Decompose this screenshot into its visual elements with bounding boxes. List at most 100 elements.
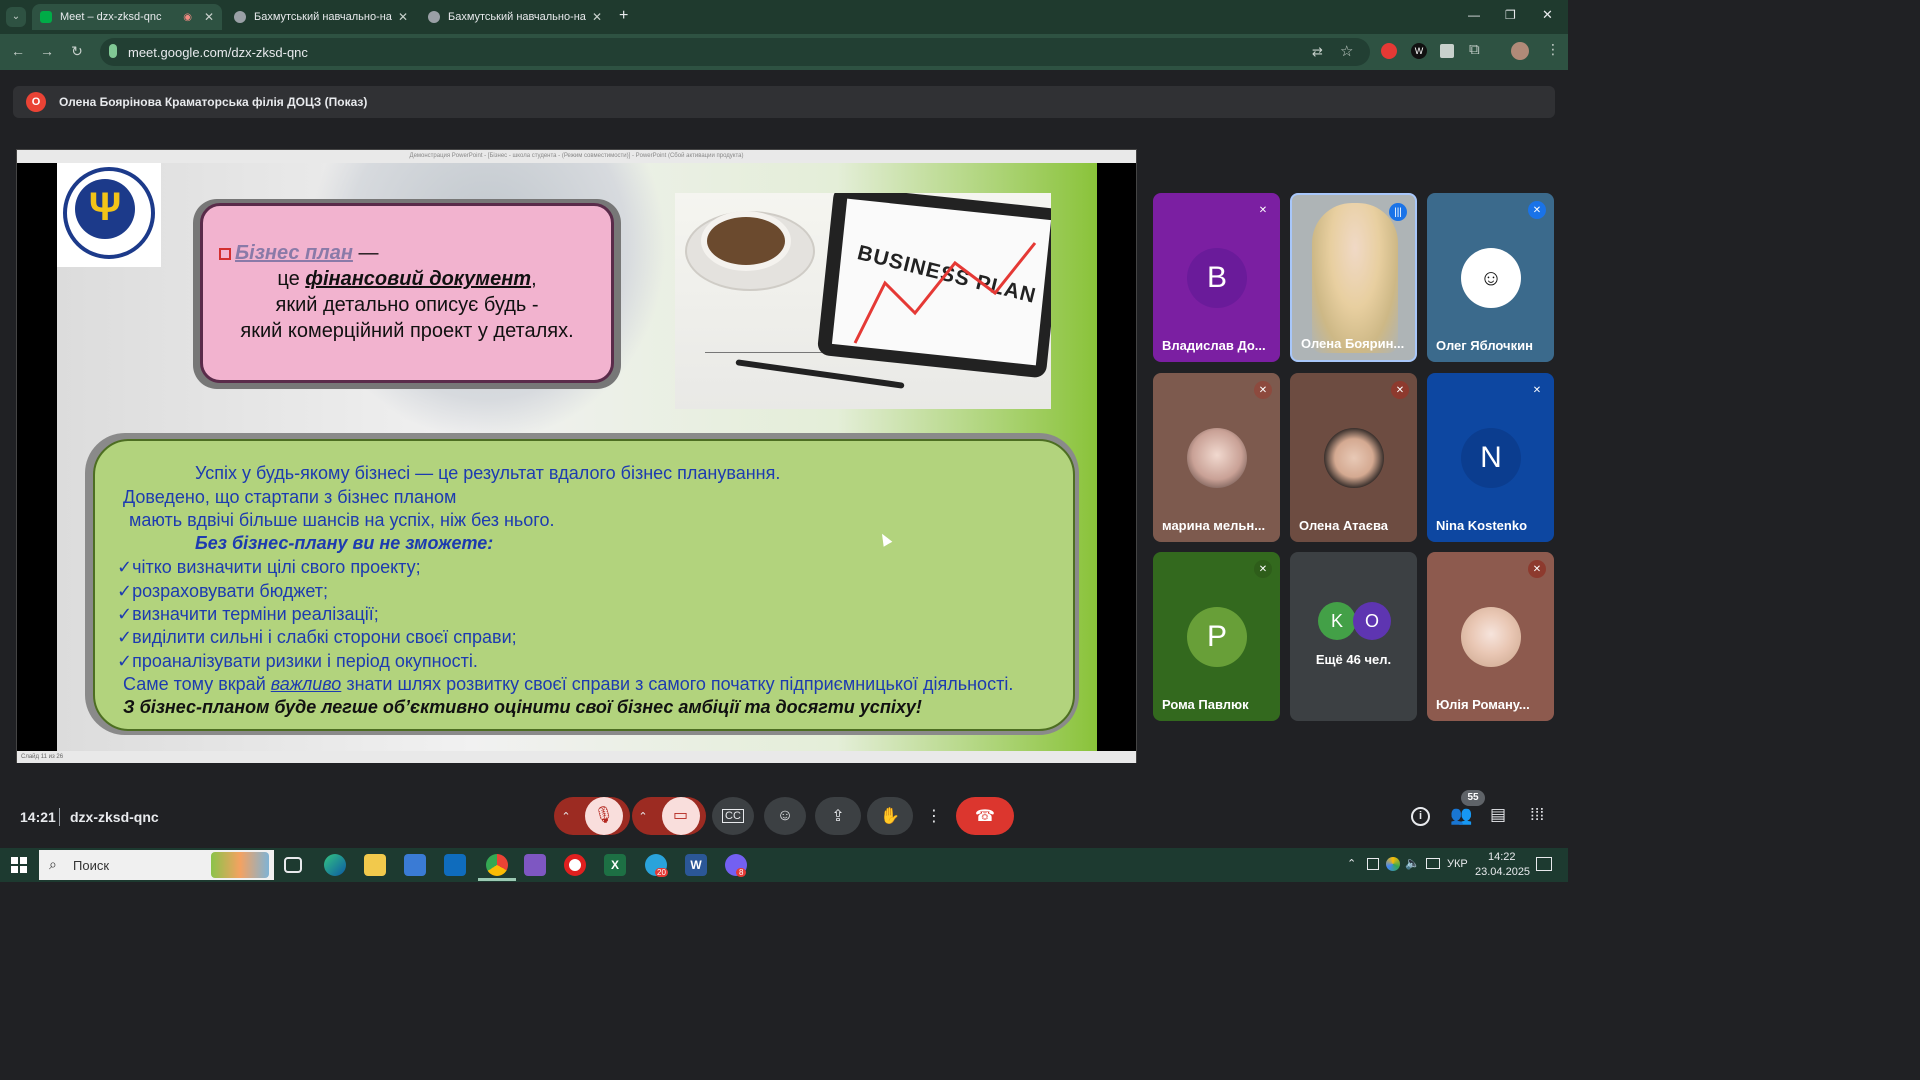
meeting-time: 14:21	[20, 809, 56, 825]
chat-icon[interactable]: ▤	[1490, 805, 1506, 825]
profile-avatar[interactable]	[1511, 42, 1529, 60]
store-icon[interactable]	[404, 854, 426, 876]
pen-icon	[735, 359, 905, 389]
participant-name: Юлія Роману...	[1436, 697, 1530, 712]
participant-name: Олена Боярин...	[1301, 336, 1405, 351]
notifications-icon[interactable]	[1536, 857, 1552, 871]
extensions-puzzle-icon[interactable]: ⧉	[1469, 41, 1480, 58]
opera-icon[interactable]	[564, 854, 586, 876]
address-bar[interactable]: meet.google.com/dzx-zksd-qnc ⇄ ☆	[100, 38, 1370, 66]
file-explorer-icon[interactable]	[364, 854, 386, 876]
leave-call-button[interactable]: ☎	[956, 797, 1014, 835]
more-participants-tile[interactable]: K O Ещё 46 чел.	[1290, 552, 1417, 721]
reload-icon[interactable]: ↻	[67, 43, 87, 60]
tray-color-icon[interactable]	[1386, 857, 1400, 871]
present-screen-icon: ⇪	[831, 808, 845, 825]
participant-tile[interactable]: ✕ марина мельн...	[1153, 373, 1280, 542]
forward-icon[interactable]: →	[37, 43, 57, 59]
extension-red-icon[interactable]	[1381, 43, 1397, 59]
benefit-heading: Без бізнес-плану ви не зможете:	[195, 533, 494, 553]
raise-hand-button[interactable]: ✋	[867, 797, 913, 835]
participant-tile[interactable]: N ✕ Nina Kostenko	[1427, 373, 1554, 542]
shared-screen: Демонстрация PowerPoint - [Бізнес - школ…	[16, 149, 1137, 763]
reactions-button[interactable]: ☺	[764, 797, 806, 835]
extension-w-icon[interactable]: W	[1411, 43, 1427, 59]
tab-meet[interactable]: Meet – dzx-zksd-qnc ◉ ✕	[32, 4, 222, 30]
new-tab-button[interactable]: +	[619, 7, 628, 25]
tab-search-button[interactable]: ⌄	[6, 7, 26, 27]
benefit-line-10c: знати шлях розвитку своєї справи з самог…	[341, 674, 1014, 694]
meet-controls: 14:21 dzx-zksd-qnc ⌃ 🎙 ⌃ ▭ CC ☺ ⇪ ✋ ⋮ ☎ …	[0, 788, 1568, 848]
minimize-icon[interactable]: —	[1468, 8, 1480, 22]
presentation-bar: O Олена Боярінова Краматорська філія ДОЦ…	[13, 86, 1555, 118]
close-tab-icon[interactable]: ✕	[398, 10, 408, 24]
people-icon[interactable]: 👥	[1450, 805, 1472, 826]
translate-icon[interactable]: ⇄	[1312, 44, 1323, 60]
excel-icon[interactable]: X	[604, 854, 626, 876]
def-line3: який детально описує будь -	[275, 294, 539, 316]
benefit-line-10: Саме тому вкрай важливо знати шлях розви…	[123, 674, 1013, 695]
url-text: meet.google.com/dzx-zksd-qnc	[128, 44, 308, 60]
mic-off-icon: 🎙	[584, 797, 623, 835]
tab-bahmut-2[interactable]: Бахмутський навчально-наук ✕	[420, 4, 610, 30]
people-count-badge: 55	[1461, 790, 1485, 806]
participant-tile[interactable]: B ✕ Владислав До...	[1153, 193, 1280, 362]
present-button[interactable]: ⇪	[815, 797, 861, 835]
tab-bahmut-1[interactable]: Бахмутський навчально-наук ✕	[226, 4, 416, 30]
close-window-icon[interactable]: ✕	[1542, 7, 1553, 23]
participant-tile[interactable]: ☺ ✕ Олег Яблочкин	[1427, 193, 1554, 362]
hang-up-icon: ☎	[975, 808, 995, 825]
word-icon[interactable]: W	[685, 854, 707, 876]
benefit-item-3: ✓визначити терміни реалізації;	[117, 604, 379, 624]
more-options-button[interactable]: ⋮	[922, 797, 946, 835]
avatar-photo	[1461, 607, 1521, 667]
mic-permission-icon[interactable]	[109, 44, 117, 58]
tray-chevron-icon[interactable]: ⌃	[1347, 857, 1356, 870]
viber-badge: 8	[736, 868, 747, 877]
chrome-icon[interactable]	[486, 854, 508, 876]
browser-menu-icon[interactable]: ⋮	[1546, 41, 1560, 58]
extension-stack-icon[interactable]	[1440, 44, 1454, 58]
media-player-icon[interactable]	[524, 854, 546, 876]
captions-button[interactable]: CC	[712, 797, 754, 835]
tray-app-icon[interactable]	[1367, 858, 1379, 870]
participant-tile[interactable]: P ✕ Рома Павлюк	[1153, 552, 1280, 721]
participant-tile[interactable]: ✕ Олена Атаєва	[1290, 373, 1417, 542]
def-line2c: ,	[531, 268, 537, 290]
captions-icon: CC	[722, 809, 744, 823]
tab-title: Meet – dzx-zksd-qnc	[60, 11, 162, 23]
avatar-o: O	[1353, 602, 1391, 640]
mic-options-button[interactable]: ⌃ 🎙	[554, 797, 630, 835]
back-icon[interactable]: ←	[8, 43, 28, 59]
network-icon[interactable]	[1426, 858, 1440, 869]
participant-tile-speaking[interactable]: ||| Олена Боярин...	[1290, 193, 1417, 362]
bullet-square-icon	[219, 247, 231, 260]
camera-options-button[interactable]: ⌃ ▭	[632, 797, 706, 835]
close-tab-icon[interactable]: ✕	[592, 10, 602, 24]
tab-strip: ⌄ Meet – dzx-zksd-qnc ◉ ✕ Бахмутський на…	[0, 0, 1568, 34]
info-icon[interactable]: i	[1411, 807, 1430, 826]
participant-name: марина мельн...	[1162, 518, 1266, 533]
bookmark-star-icon[interactable]: ☆	[1340, 42, 1353, 60]
benefit-line-3: мають вдвічі більше шансів на успіх, ніж…	[129, 510, 555, 530]
term-dash: —	[352, 242, 379, 264]
language-indicator[interactable]: УКР	[1447, 858, 1468, 870]
emoji-icon: ☺	[776, 807, 794, 824]
term-business-plan: Бізнес план	[235, 242, 353, 264]
muted-mic-icon: ✕	[1532, 384, 1542, 396]
participant-tile[interactable]: ✕ Юлія Роману...	[1427, 552, 1554, 721]
clock-date[interactable]: 23.04.2025	[1475, 866, 1530, 878]
activities-icon[interactable]: ⁞⁞⁞	[1530, 805, 1544, 825]
recording-icon: ◉	[183, 11, 192, 23]
chevron-up-icon: ⌃	[561, 810, 571, 823]
volume-icon[interactable]: 🔈	[1405, 856, 1420, 870]
taskbar-search[interactable]: ⌕ Поиск	[39, 850, 274, 880]
slide: Ψ Бізнес план — це фінансовий документ, …	[17, 163, 1136, 751]
restore-icon[interactable]: ❐	[1505, 8, 1516, 22]
close-tab-icon[interactable]: ✕	[204, 10, 214, 24]
windows-start-icon[interactable]	[11, 857, 27, 873]
clock-time[interactable]: 14:22	[1488, 851, 1516, 863]
edge-icon[interactable]	[324, 854, 346, 876]
outlook-icon[interactable]	[444, 854, 466, 876]
task-view-icon[interactable]	[284, 857, 302, 873]
